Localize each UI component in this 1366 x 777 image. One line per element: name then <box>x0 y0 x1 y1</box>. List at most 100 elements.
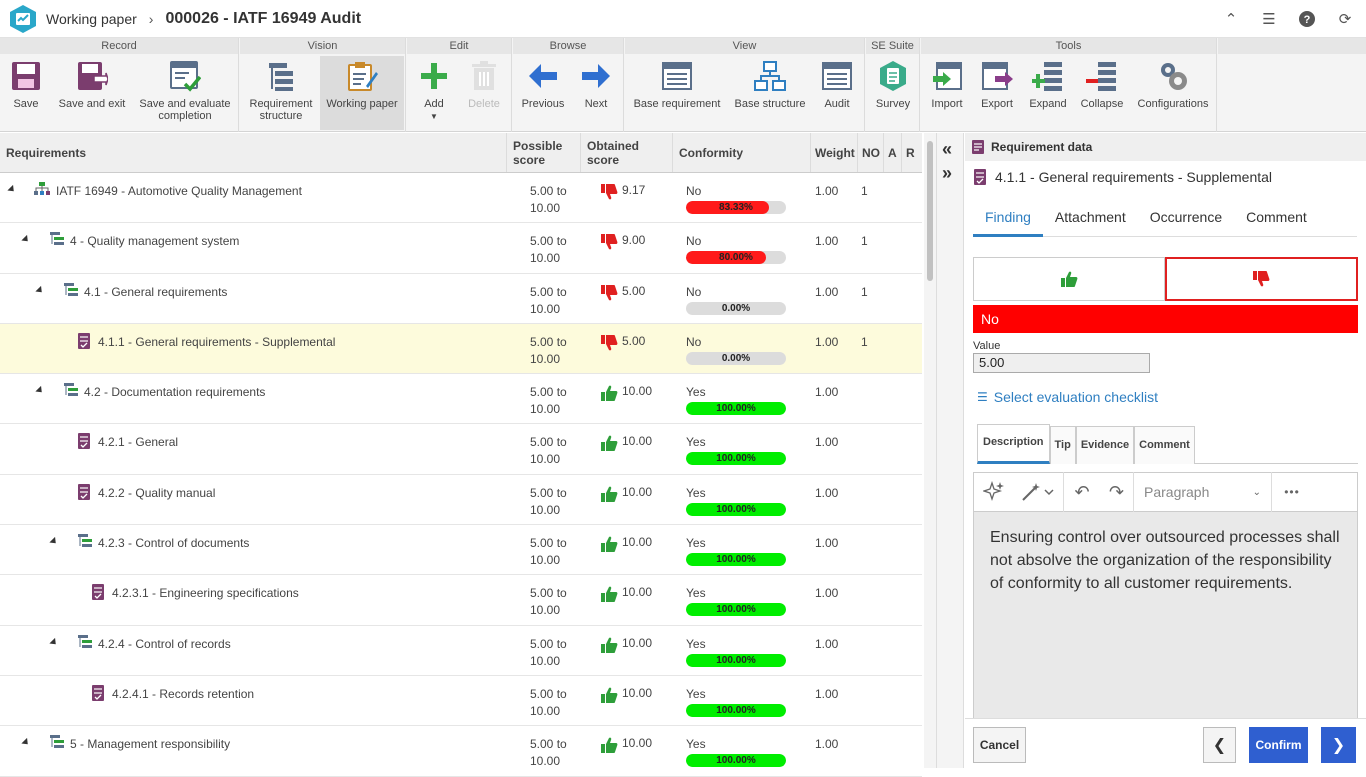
value-field[interactable]: 5.00 <box>973 353 1150 373</box>
working-paper-button[interactable]: Working paper <box>320 56 404 130</box>
scrollbar-thumb[interactable] <box>927 141 933 281</box>
more-options-icon[interactable]: ••• <box>1272 472 1312 512</box>
expand-toggle-icon[interactable] <box>49 536 59 547</box>
collapse-left-icon[interactable]: « <box>942 139 952 160</box>
thumbs-up-icon <box>600 535 618 556</box>
grid-scrollbar[interactable] <box>924 133 936 768</box>
requirement-structure-button[interactable]: Requirement structure <box>244 56 318 130</box>
configurations-button[interactable]: Configurations <box>1131 56 1215 130</box>
col-a[interactable]: A <box>884 133 902 172</box>
obtained-score: 10.00 <box>600 535 652 556</box>
conformity-result: No <box>973 305 1358 333</box>
no-count-cell: 1 <box>861 334 868 349</box>
table-row[interactable]: 4.1 - General requirements 5.00 to 10.00 5.… <box>0 274 922 324</box>
expand-toggle-icon[interactable] <box>21 738 31 748</box>
table-row[interactable]: 4.2 - Documentation requirements 5.00 to 1… <box>0 374 922 425</box>
expand-toggle-icon[interactable] <box>35 285 45 295</box>
tab-description[interactable]: Description <box>977 424 1050 464</box>
tab-finding[interactable]: Finding <box>973 197 1043 237</box>
next-button[interactable]: Next <box>573 56 619 130</box>
tab-tip[interactable]: Tip <box>1049 426 1076 464</box>
conformity-progress-bar: 0.00% <box>686 351 786 365</box>
ai-sparkle-icon[interactable] <box>974 472 1014 512</box>
magic-wand-icon[interactable] <box>1014 472 1064 512</box>
table-row[interactable]: 4.2.4.1 - Records retention 5.00 to 10.00 1… <box>0 676 922 727</box>
help-icon[interactable]: ? <box>1296 8 1318 30</box>
expand-right-icon[interactable]: » <box>942 163 952 184</box>
col-weight[interactable]: Weight <box>811 133 858 172</box>
possible-score: 5.00 to 10.00 <box>530 385 567 417</box>
requirement-structure-icon <box>269 63 293 91</box>
cancel-button[interactable]: Cancel <box>973 727 1026 763</box>
ribbon-group-title: Tools <box>921 38 1216 54</box>
table-row[interactable]: IATF 16949 - Automotive Quality Manageme… <box>0 173 922 224</box>
list-menu-icon[interactable]: ☰ <box>1258 8 1280 30</box>
col-obtained-score[interactable]: Obtained score <box>581 133 673 172</box>
table-row[interactable]: 4.2.2 - Quality manual 5.00 to 10.00 10.00 Y… <box>0 475 922 526</box>
select-evaluation-checklist-link[interactable]: ☰ Select evaluation checklist <box>977 389 1158 405</box>
tab-description-comment[interactable]: Comment <box>1134 426 1195 464</box>
base-structure-button[interactable]: Base structure <box>729 56 811 130</box>
breadcrumb-module[interactable]: Working paper <box>46 11 137 27</box>
export-button[interactable]: Export <box>975 56 1019 130</box>
base-requirement-button[interactable]: Base requirement <box>629 56 725 130</box>
expand-toggle-icon[interactable] <box>7 184 17 195</box>
collapse-up-icon[interactable]: ⌃ <box>1220 8 1242 30</box>
save-button[interactable]: Save <box>4 56 48 130</box>
expand-toggle-icon[interactable] <box>49 637 59 647</box>
undo-icon[interactable]: ↶ <box>1064 472 1100 512</box>
working-paper-icon <box>348 62 378 91</box>
save-exit-icon <box>78 62 108 90</box>
collapse-button[interactable]: Collapse <box>1077 56 1127 130</box>
description-editor[interactable]: Ensuring control over outsourced process… <box>973 512 1358 739</box>
import-button[interactable]: Import <box>925 56 969 130</box>
survey-button[interactable]: Survey <box>870 56 916 130</box>
table-row[interactable]: 4.1.1 - General requirements - Supplemen… <box>0 323 922 375</box>
expand-toggle-icon[interactable] <box>21 235 31 245</box>
tab-occurrence[interactable]: Occurrence <box>1138 197 1234 237</box>
col-no[interactable]: NO <box>858 133 884 172</box>
table-row[interactable]: 4.2.1 - General 5.00 to 10.00 10.00 Yes 100.0… <box>0 424 922 475</box>
confirm-button[interactable]: Confirm <box>1249 727 1308 763</box>
add-button[interactable]: Add ▼ <box>411 56 457 130</box>
col-possible-score[interactable]: Possible score <box>507 133 581 172</box>
conform-yes-button[interactable] <box>973 257 1165 301</box>
possible-score: 5.00 to 10.00 <box>530 334 567 366</box>
panel-tabs: Finding Attachment Occurrence Comment <box>973 197 1357 237</box>
next-record-button[interactable]: ❯ <box>1321 727 1356 763</box>
previous-record-button[interactable]: ❮ <box>1203 727 1236 763</box>
expand-button[interactable]: Expand <box>1025 56 1071 130</box>
col-conformity[interactable]: Conformity <box>673 133 811 172</box>
paragraph-select[interactable]: Paragraph ⌄ <box>1134 472 1272 512</box>
possible-score: 5.00 to 10.00 <box>530 234 567 266</box>
refresh-icon[interactable]: ⟳ <box>1334 8 1356 30</box>
breadcrumb-separator: › <box>148 10 154 27</box>
requirement-label: 4.2.1 - General <box>98 435 179 450</box>
table-row[interactable]: 4.2.3.1 - Engineering specifications 5.00… <box>0 575 922 626</box>
requirement-label: 4.2.3 - Control of documents <box>98 536 250 551</box>
table-row[interactable]: 4.2.4 - Control of records 5.00 to 10.00 10… <box>0 626 922 676</box>
requirement-icon <box>91 584 105 603</box>
conformity-progress-bar: 0.00% <box>686 301 786 315</box>
table-row[interactable]: 5 - Management responsibility 5.00 to 10.0… <box>0 726 922 777</box>
tab-comment[interactable]: Comment <box>1234 197 1319 237</box>
audit-button[interactable]: Audit <box>815 56 859 130</box>
conform-no-button[interactable] <box>1164 257 1358 301</box>
base-structure-icon <box>754 61 786 91</box>
table-row[interactable]: 4 - Quality management system 5.00 to 10.0… <box>0 223 922 274</box>
app-logo-icon <box>10 4 36 33</box>
panel-footer: Cancel ❮ Confirm ❯ <box>965 718 1366 768</box>
previous-button[interactable]: Previous <box>517 56 569 130</box>
description-tabs: Description Tip Evidence Comment <box>977 424 1358 464</box>
save-and-evaluate-button[interactable]: Save and evaluate completion <box>136 56 234 130</box>
thumbs-up-icon <box>600 384 618 405</box>
delete-button[interactable]: Delete <box>461 56 507 130</box>
col-r[interactable]: R <box>902 133 922 172</box>
save-and-exit-button[interactable]: Save and exit <box>54 56 130 130</box>
redo-icon[interactable]: ↷ <box>1100 472 1134 512</box>
table-row[interactable]: 4.2.3 - Control of documents 5.00 to 10.00… <box>0 525 922 576</box>
col-requirements[interactable]: Requirements <box>0 133 507 172</box>
expand-toggle-icon[interactable] <box>35 386 45 396</box>
tab-evidence[interactable]: Evidence <box>1075 426 1135 464</box>
tab-attachment[interactable]: Attachment <box>1043 197 1138 237</box>
